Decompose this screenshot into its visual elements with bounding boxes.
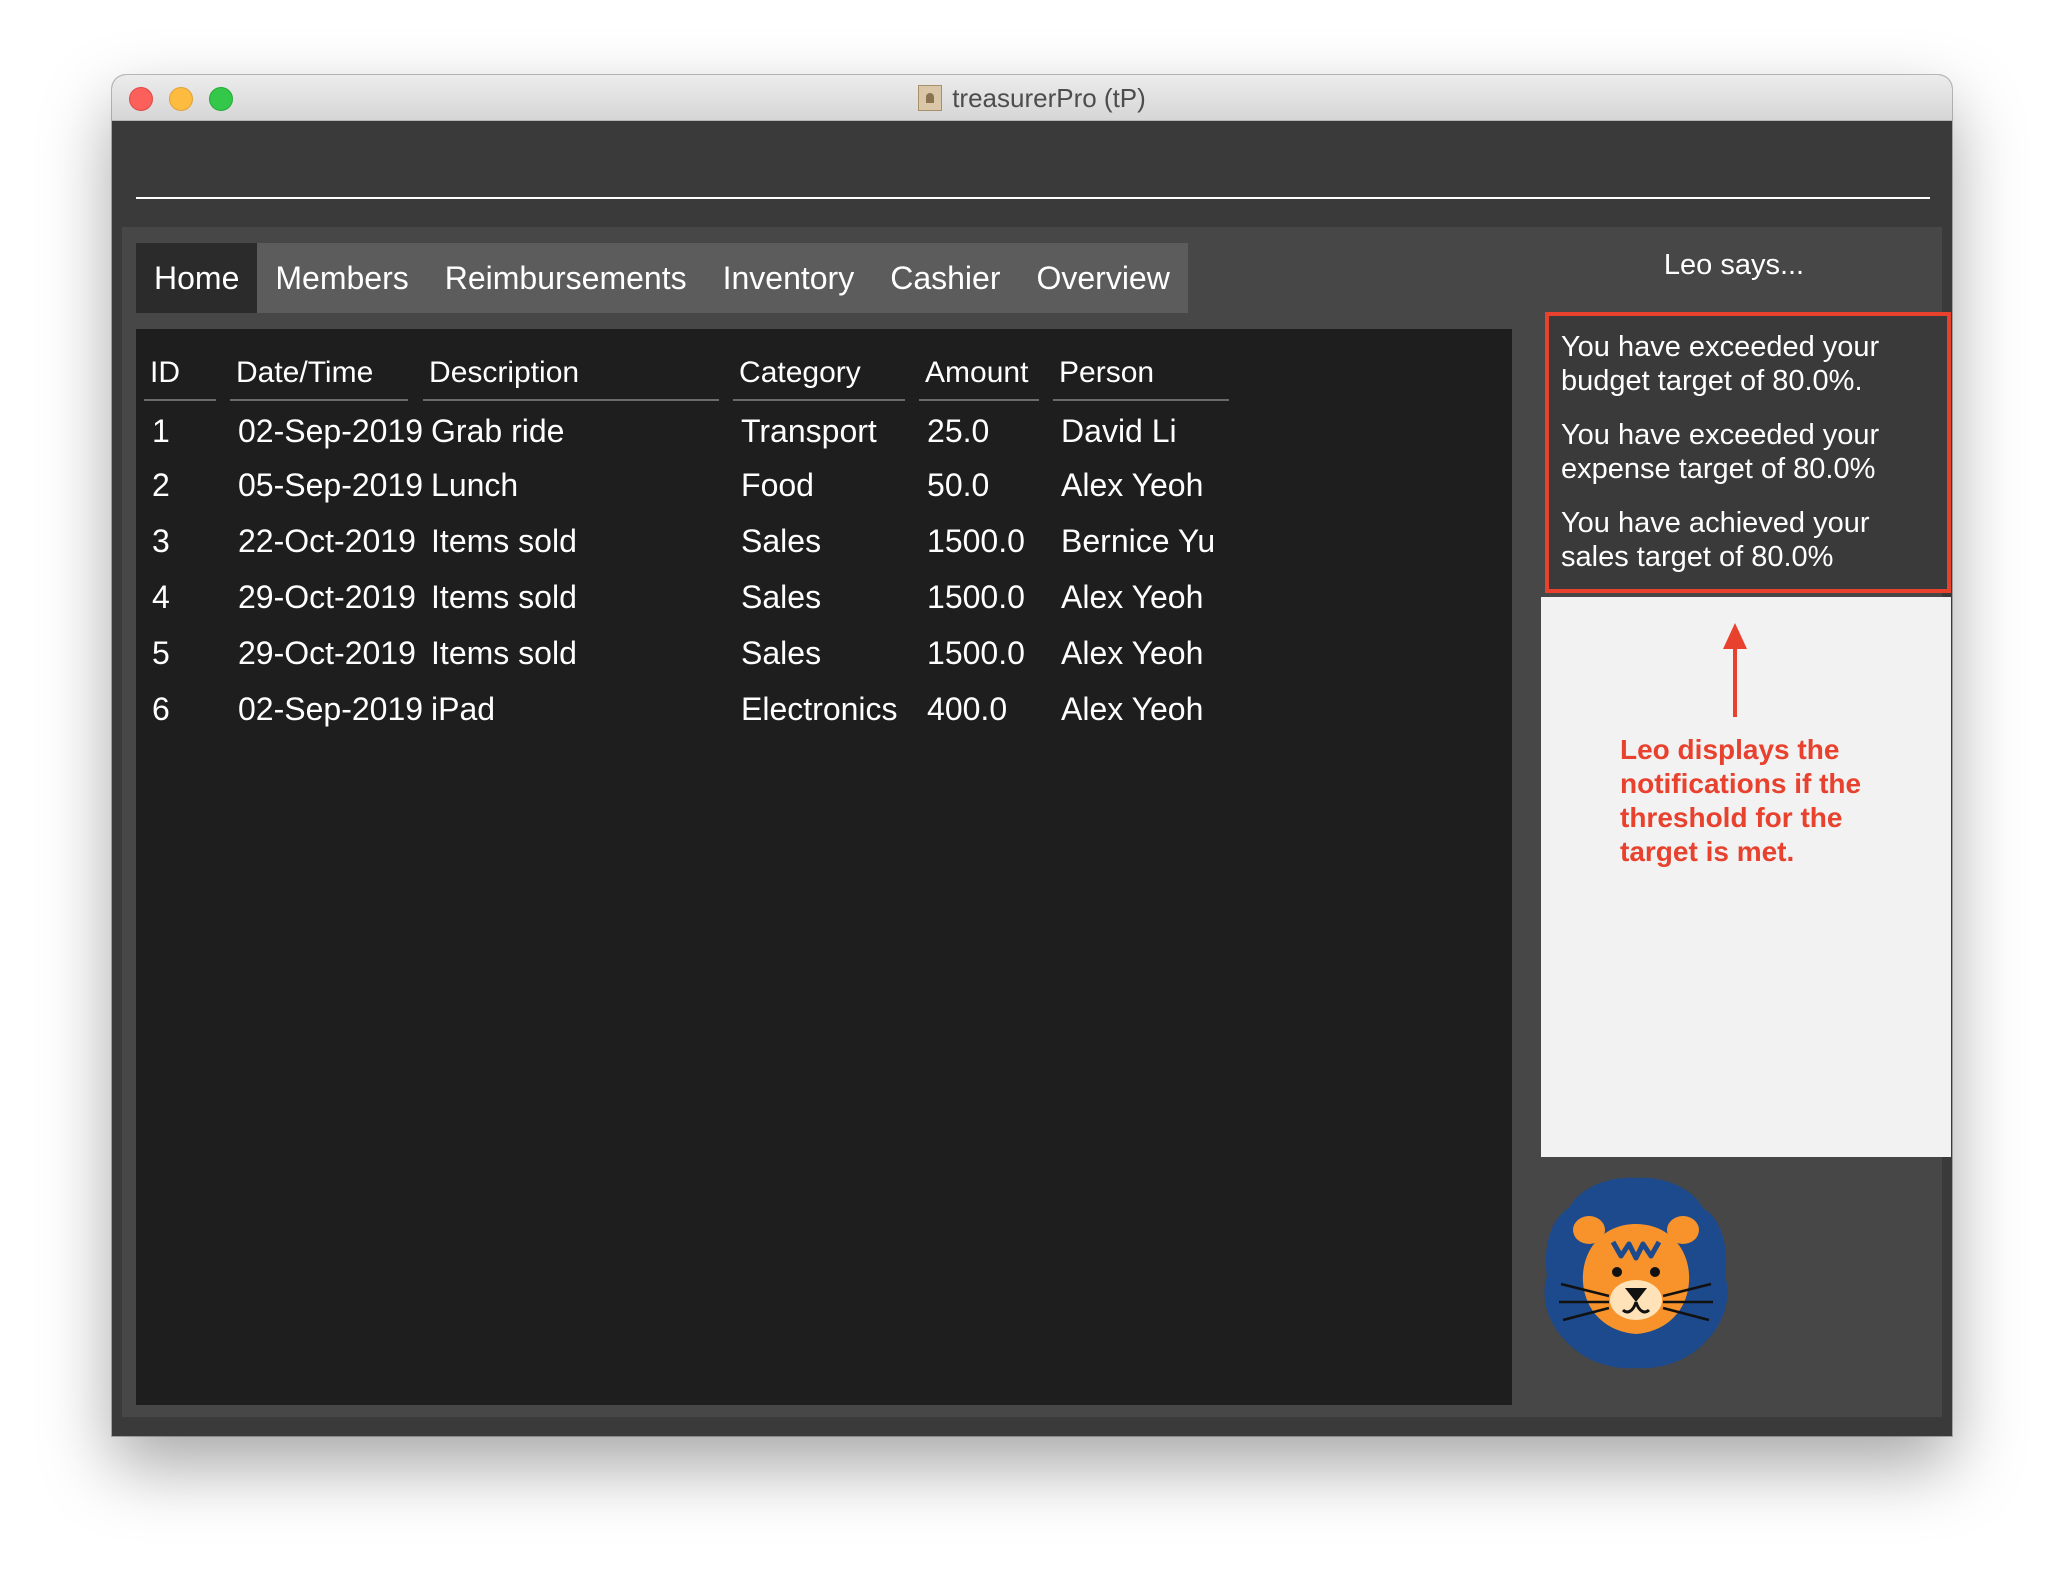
table-cell: 02-Sep-2019 <box>238 412 424 449</box>
table-row[interactable]: 2 05-Sep-2019 Lunch Food 50.0 Alex Yeoh <box>144 457 1229 513</box>
column-header-description[interactable]: Description <box>423 347 720 401</box>
notification-message: You have exceeded your budget target of … <box>1561 331 1880 397</box>
table-cell: 1500.0 <box>927 522 1025 559</box>
table-cell: 6 <box>152 690 170 727</box>
tab-overview[interactable]: Overview <box>1018 243 1188 313</box>
transactions-panel: ID Date/Time Description Category Amount Pers… <box>136 329 1512 1405</box>
table-header-row: ID Date/Time Description Category Amount Pers… <box>144 347 1230 401</box>
table-cell: 05-Sep-2019 <box>238 466 424 503</box>
tab-members[interactable]: Members <box>257 243 427 313</box>
app-window: treasurerPro (tP) Home Members Reimburseme… <box>112 75 1952 1436</box>
column-gap <box>216 347 230 401</box>
window-title-group: treasurerPro (tP) <box>112 75 1952 121</box>
tab-inventory[interactable]: Inventory <box>704 243 873 313</box>
notification-message: You have achieved your sales target of 8… <box>1561 507 1870 573</box>
table-cell: Sales <box>741 522 822 559</box>
table-cell: 1 <box>152 412 170 449</box>
table-cell: 29-Oct-2019 <box>238 634 416 671</box>
table-cell: Transport <box>741 412 877 449</box>
table-row[interactable]: 1 02-Sep-2019 Grab ride Transport 25.0 David … <box>144 401 1229 457</box>
table-cell: Items sold <box>431 578 577 615</box>
column-header-id[interactable]: ID <box>144 347 216 401</box>
column-header-person[interactable]: Person <box>1053 347 1230 401</box>
transactions-table: ID Date/Time Description Category Amount Pers… <box>144 347 1230 737</box>
table-cell: 400.0 <box>927 690 1008 727</box>
table-cell: Grab ride <box>431 412 565 449</box>
table-cell: 25.0 <box>927 412 990 449</box>
command-input[interactable] <box>136 131 1930 199</box>
annotation-arrow-shaft <box>1733 645 1737 717</box>
table-cell: 50.0 <box>927 466 990 503</box>
column-header-category[interactable]: Category <box>733 347 906 401</box>
lion-eye-right <box>1650 1267 1660 1277</box>
notification-box: You have exceeded your budget target of … <box>1545 312 1951 593</box>
lion-eye-left <box>1612 1267 1622 1277</box>
annotation-text: Leo displays the notifications if the th… <box>1620 734 1862 867</box>
table-cell: Items sold <box>431 522 577 559</box>
notification-message: You have exceeded your expense target of… <box>1561 419 1880 485</box>
column-gap <box>1039 347 1053 401</box>
column-header-date-time[interactable]: Date/Time <box>230 347 408 401</box>
table-cell: David Li <box>1061 412 1177 449</box>
window-title: treasurerPro (tP) <box>952 82 1146 113</box>
table-cell: 1500.0 <box>927 578 1025 615</box>
table-cell: Sales <box>741 634 822 671</box>
main-content: Home Members Reimbursements Inventory Cashie… <box>122 227 1951 1417</box>
table-cell: Alex Yeoh <box>1061 578 1204 615</box>
table-row[interactable]: 3 22-Oct-2019 Items sold Sales 1500.0 Bernice… <box>144 513 1229 569</box>
table-cell: Food <box>741 466 814 503</box>
table-cell: 5 <box>152 634 170 671</box>
table-body: 1 02-Sep-2019 Grab ride Transport 25.0 David … <box>144 401 1229 737</box>
annotation-arrow-head <box>1723 623 1747 649</box>
column-gap <box>719 347 733 401</box>
table-cell: 4 <box>152 578 170 615</box>
tab-reimbursements[interactable]: Reimbursements <box>426 243 705 313</box>
column-header-amount[interactable]: Amount <box>919 347 1040 401</box>
tab-bar: Home Members Reimbursements Inventory Cashie… <box>136 243 1188 313</box>
table-cell: Electronics <box>741 690 898 727</box>
document-icon <box>918 85 943 111</box>
table-cell: 22-Oct-2019 <box>238 522 416 559</box>
table-cell: iPad <box>431 690 496 727</box>
table-cell: Alex Yeoh <box>1061 466 1204 503</box>
table-cell: 1500.0 <box>927 634 1025 671</box>
table-cell: 29-Oct-2019 <box>238 578 416 615</box>
table-cell: Lunch <box>431 466 519 503</box>
table-row[interactable]: 4 29-Oct-2019 Items sold Sales 1500.0 Alex Ye… <box>144 569 1229 625</box>
table-cell: 02-Sep-2019 <box>238 690 424 727</box>
leo-title: Leo says... <box>1663 249 1805 281</box>
table-cell: Bernice Yu <box>1061 522 1216 559</box>
title-bar: treasurerPro (tP) <box>112 75 1952 121</box>
command-bar <box>112 121 1952 215</box>
table-cell: Items sold <box>431 634 577 671</box>
table-cell: Alex Yeoh <box>1061 690 1204 727</box>
column-gap <box>905 347 919 401</box>
table-cell: 3 <box>152 522 170 559</box>
leo-message-area <box>1541 597 1951 1157</box>
screenshot-stage: treasurerPro (tP) Home Members Reimburseme… <box>0 0 2064 1584</box>
table-cell: 2 <box>152 466 170 503</box>
table-cell: Alex Yeoh <box>1061 634 1204 671</box>
table-row[interactable]: 5 29-Oct-2019 Items sold Sales 1500.0 Alex Ye… <box>144 625 1229 681</box>
tab-home[interactable]: Home <box>136 243 258 313</box>
lion-mascot-icon <box>1544 1177 1728 1369</box>
table-cell: Sales <box>741 578 822 615</box>
table-row[interactable]: 6 02-Sep-2019 iPad Electronics 400.0 Alex Yeo… <box>144 681 1229 737</box>
tab-cashier[interactable]: Cashier <box>872 243 1019 313</box>
column-gap <box>408 347 423 401</box>
